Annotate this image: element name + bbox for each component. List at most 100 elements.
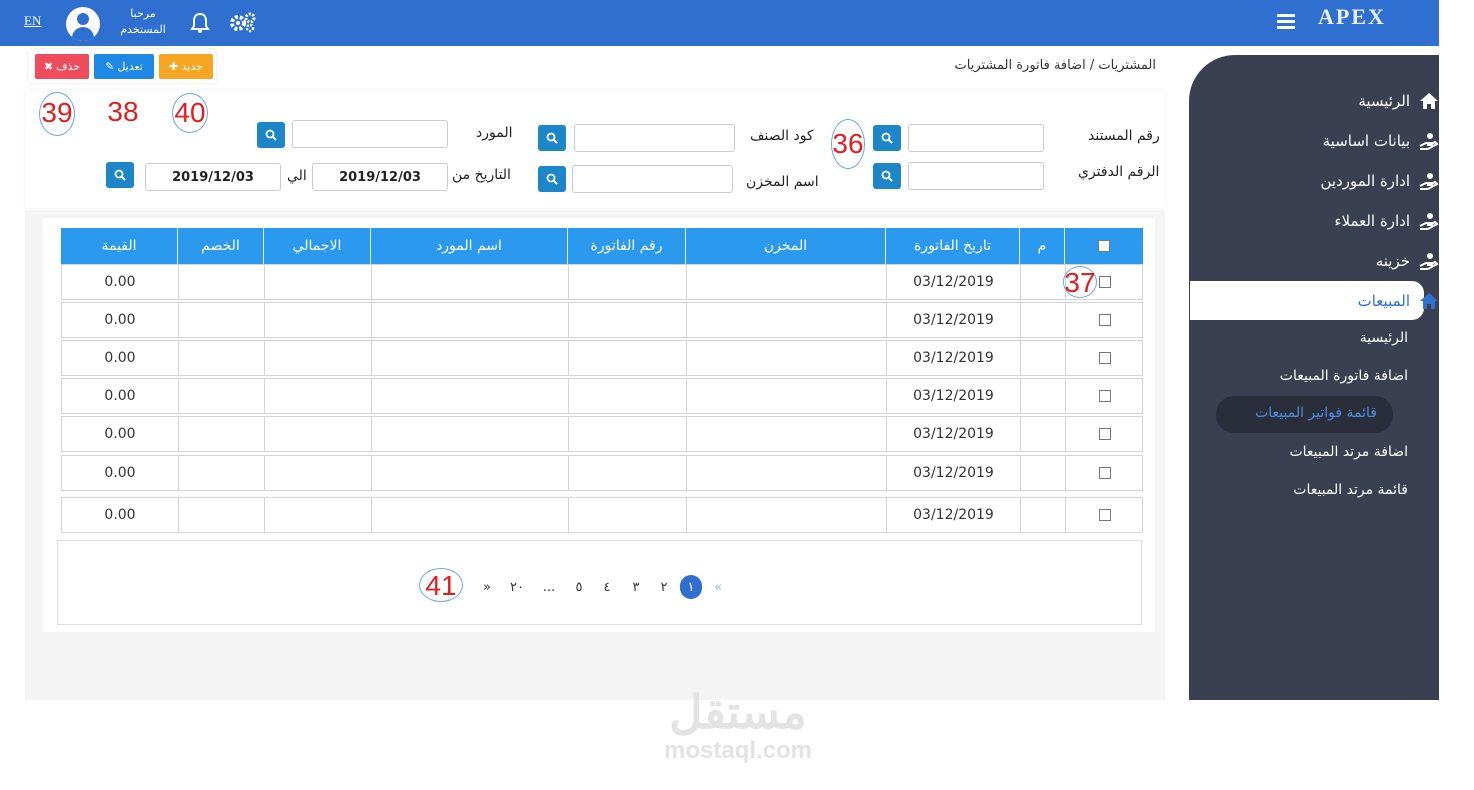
search-icon (881, 170, 893, 182)
table-row[interactable]: 03/12/2019 0.00 (61, 455, 1143, 491)
doc-no-input[interactable] (908, 124, 1044, 152)
select-all-cell[interactable] (1064, 228, 1143, 264)
sidebar-sub-add-sales-return[interactable]: اضافة مرتد المبيعات (1289, 444, 1408, 460)
date-to-input[interactable] (145, 163, 281, 191)
supplier-label: المورد (476, 125, 513, 141)
page: EN مرحبا المستخدم APEX الرئيسية بيانات ا… (0, 0, 1474, 790)
edit-label: تعديل (117, 60, 143, 73)
doc-no-search-button[interactable] (873, 125, 901, 151)
invoice-date-cell: 03/12/2019 (886, 379, 1020, 413)
ledger-no-search-button[interactable] (873, 163, 901, 189)
table-row[interactable]: 03/12/2019 0.00 (61, 416, 1143, 452)
empty-cell (568, 456, 686, 490)
app-logo: APEX (1318, 4, 1386, 29)
pagination-prev[interactable]: « (707, 575, 729, 599)
empty-cell (1020, 303, 1065, 337)
sidebar-item-treasury[interactable]: خزينه (1376, 246, 1440, 276)
table-row[interactable]: 03/12/2019 0.00 (61, 264, 1143, 300)
value-cell: 0.00 (104, 388, 136, 404)
store-name-label: اسم المخزن (746, 174, 819, 190)
col-discount: الخصم (177, 228, 263, 264)
empty-cell (1020, 498, 1065, 532)
date-from-input[interactable] (312, 163, 448, 191)
doc-no-label: رقم المستند (1088, 128, 1160, 144)
invoice-date-cell: 03/12/2019 (886, 456, 1020, 490)
item-code-input[interactable] (574, 124, 735, 152)
pagination-page-3[interactable]: ٣ (625, 575, 647, 599)
pagination-page-20[interactable]: ٢٠ (506, 575, 528, 599)
empty-cell (686, 303, 886, 337)
row-checkbox[interactable] (1099, 467, 1111, 479)
sidebar-item-label: الرئيسية (1358, 92, 1410, 110)
sidebar-item-basic-data[interactable]: بيانات اساسية (1323, 126, 1440, 156)
empty-cell (686, 417, 886, 451)
row-select-cell[interactable] (1065, 341, 1144, 375)
ledger-no-input[interactable] (908, 162, 1044, 190)
table-row[interactable]: 03/12/2019 0.00 (61, 302, 1143, 338)
invoice-date-cell: 03/12/2019 (886, 498, 1020, 532)
hand-coin-icon (1419, 133, 1439, 150)
pagination-page-2[interactable]: ٢ (653, 575, 675, 599)
row-select-cell[interactable] (1065, 456, 1144, 490)
bell-icon[interactable] (190, 12, 210, 34)
select-all-checkbox[interactable] (1098, 240, 1110, 252)
search-icon (265, 129, 277, 141)
empty-cell (371, 417, 568, 451)
annotation-37: 37 (1063, 266, 1097, 298)
store-name-search-button[interactable] (538, 166, 566, 192)
delete-button[interactable]: ✖ حذف (35, 54, 89, 79)
settings-gears-icon[interactable] (229, 11, 257, 33)
top-bar: EN مرحبا المستخدم APEX (0, 0, 1439, 46)
sidebar-item-label: المبيعات (1357, 292, 1410, 310)
empty-cell (568, 498, 686, 532)
date-search-button[interactable] (106, 162, 134, 188)
table-row[interactable]: 03/12/2019 0.00 (61, 340, 1143, 376)
table-row[interactable]: 03/12/2019 0.00 (61, 497, 1143, 533)
row-checkbox[interactable] (1099, 276, 1111, 288)
supplier-input[interactable] (292, 120, 448, 148)
row-checkbox[interactable] (1099, 509, 1111, 521)
sidebar-item-suppliers[interactable]: ادارة الموردين (1320, 166, 1440, 196)
empty-cell (264, 379, 371, 413)
row-checkbox[interactable] (1099, 428, 1111, 440)
sidebar-item-home[interactable]: الرئيسية (1358, 86, 1440, 116)
col-invoice-no: رقم الفاتورة (567, 228, 685, 264)
row-checkbox[interactable] (1099, 352, 1111, 364)
empty-cell (178, 456, 264, 490)
sidebar-sub-sales-return-list[interactable]: قائمة مرتد المبيعات (1293, 482, 1408, 498)
pagination-page-5[interactable]: ٥ (568, 575, 590, 599)
empty-cell (568, 379, 686, 413)
row-select-cell[interactable] (1065, 498, 1144, 532)
sidebar-item-sales[interactable]: المبيعات (1358, 286, 1440, 316)
empty-cell (178, 498, 264, 532)
sidebar-sub-add-sales-invoice[interactable]: اضافة فاتورة المبيعات (1280, 368, 1408, 384)
toolbar: ✖ حذف ✎ تعديل ✚ جديد (28, 49, 216, 83)
sidebar-sub-sales-invoice-list[interactable]: قائمة فواتير المبيعات (1216, 396, 1393, 433)
value-cell: 0.00 (104, 312, 136, 328)
row-select-cell[interactable] (1065, 303, 1144, 337)
row-checkbox[interactable] (1099, 314, 1111, 326)
value-cell: 0.00 (104, 507, 136, 523)
language-switch[interactable]: EN (24, 13, 41, 29)
edit-button[interactable]: ✎ تعديل (94, 54, 154, 79)
welcome-text: مرحبا المستخدم (112, 6, 174, 38)
row-select-cell[interactable] (1065, 379, 1144, 413)
sidebar-item-customers[interactable]: ادارة العملاء (1334, 206, 1440, 236)
row-select-cell[interactable] (1065, 417, 1144, 451)
watermark-arabic: مستقل (669, 686, 807, 738)
annotation-39: 39 (39, 92, 75, 136)
store-name-input[interactable] (572, 165, 733, 193)
item-code-search-button[interactable] (538, 125, 566, 151)
pagination-next[interactable]: » (476, 575, 498, 599)
pagination-page-4[interactable]: ٤ (596, 575, 618, 599)
table-row[interactable]: 03/12/2019 0.00 (61, 378, 1143, 414)
supplier-search-button[interactable] (257, 122, 285, 148)
menu-toggle-icon[interactable] (1277, 14, 1295, 30)
empty-cell (568, 303, 686, 337)
sidebar-sub-home[interactable]: الرئيسية (1360, 330, 1408, 346)
new-button[interactable]: ✚ جديد (159, 54, 213, 79)
empty-cell (264, 456, 371, 490)
row-checkbox[interactable] (1099, 390, 1111, 402)
pagination-page-1[interactable]: ١ (680, 575, 702, 599)
user-avatar-icon[interactable] (66, 7, 100, 41)
